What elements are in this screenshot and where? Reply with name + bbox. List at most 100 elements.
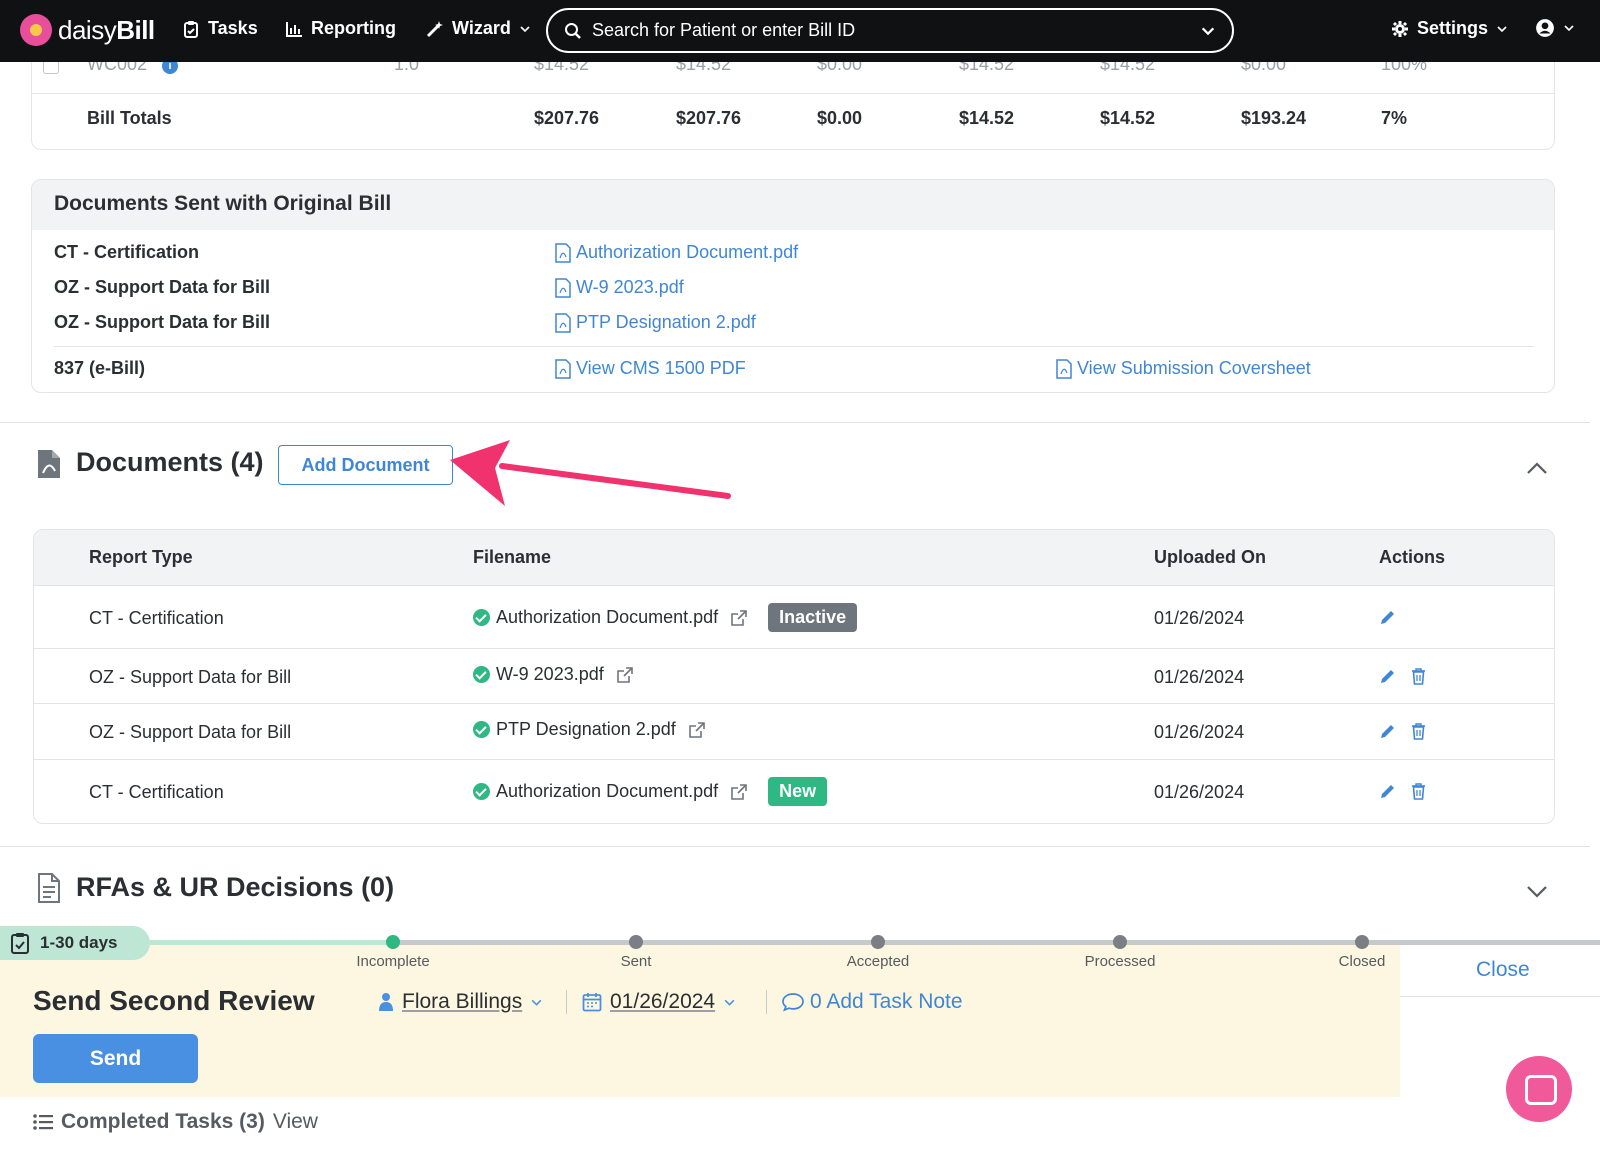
trash-icon[interactable] (1410, 783, 1427, 800)
list-icon (33, 1114, 53, 1130)
sent-doc-link[interactable]: Authorization Document.pdf (554, 242, 798, 263)
bill-total-value: $14.52 (1100, 108, 1156, 128)
bar-chart-icon (286, 21, 302, 37)
trash-icon[interactable] (1410, 723, 1427, 740)
sent-doc-type: OZ - Support Data for Bill (54, 312, 270, 332)
filename-cell: Authorization Document.pdf Inactive (473, 603, 858, 632)
check-circle-icon (473, 666, 490, 683)
chevron-down-icon (531, 999, 542, 1006)
nav-reporting-label: Reporting (311, 18, 396, 38)
external-link-icon[interactable] (688, 721, 706, 739)
column-header: Report Type (89, 547, 193, 567)
patient-search[interactable] (546, 8, 1234, 53)
document-icon (38, 873, 60, 903)
section-divider (0, 846, 1590, 847)
step-dot (1113, 935, 1127, 949)
external-link-icon[interactable] (730, 783, 748, 801)
external-link-icon[interactable] (730, 609, 748, 627)
pencil-icon[interactable] (1379, 668, 1396, 685)
task-title: Send Second Review (33, 985, 315, 1016)
chevron-up-icon[interactable] (1526, 461, 1548, 475)
pencil-icon[interactable] (1379, 609, 1396, 626)
close-task-link[interactable]: Close (1476, 958, 1530, 982)
table-row: CT - Certification Authorization Documen… (34, 586, 1554, 649)
step-dot (629, 935, 643, 949)
comment-icon (782, 993, 804, 1012)
user-menu[interactable] (1535, 18, 1575, 38)
uploaded-date: 01/26/2024 (1154, 722, 1245, 742)
trash-icon[interactable] (1410, 668, 1427, 685)
nav-tasks-label: Tasks (208, 18, 258, 38)
pencil-icon[interactable] (1379, 783, 1396, 800)
brand-prefix: daisy (58, 14, 117, 45)
table-row: OZ - Support Data for Bill PTP Designati… (34, 704, 1554, 760)
view-coversheet-link[interactable]: View Submission Coversheet (1055, 358, 1311, 379)
uploaded-date: 01/26/2024 (1154, 608, 1245, 628)
table-row: CT - Certification Authorization Documen… (34, 760, 1554, 823)
column-header: Filename (473, 547, 552, 567)
pencil-icon[interactable] (1379, 723, 1396, 740)
view-coversheet-label: View Submission Coversheet (1077, 358, 1311, 378)
column-header: Actions (1379, 547, 1446, 567)
add-document-button[interactable]: Add Document (278, 445, 453, 485)
sent-doc-filename: W-9 2023.pdf (576, 277, 684, 297)
step-label: Closed (1338, 953, 1386, 970)
external-link-icon[interactable] (616, 666, 634, 684)
pdf-file-icon (555, 312, 571, 333)
chevron-down-icon[interactable] (1200, 23, 1216, 39)
task-panel (0, 940, 1400, 1097)
clipboard-check-icon (11, 933, 29, 954)
step-label: Processed (1084, 953, 1156, 970)
rfas-section-title: RFAs & UR Decisions (0) (76, 872, 395, 902)
check-circle-icon (473, 609, 490, 626)
chat-launcher-button[interactable] (1506, 1056, 1572, 1122)
documents-section-title: Documents (4) (76, 447, 264, 477)
filename[interactable]: Authorization Document.pdf (496, 607, 718, 628)
send-button[interactable]: Send (33, 1034, 198, 1083)
bill-total-value: 7% (1381, 108, 1408, 128)
filename[interactable]: W-9 2023.pdf (496, 664, 604, 685)
filename[interactable]: Authorization Document.pdf (496, 781, 718, 802)
view-cms-1500-link[interactable]: View CMS 1500 PDF (554, 358, 746, 379)
divider (54, 346, 1534, 347)
filename[interactable]: PTP Designation 2.pdf (496, 719, 676, 740)
magic-wand-icon (426, 20, 443, 37)
report-type: OZ - Support Data for Bill (89, 667, 292, 687)
nav-tasks[interactable]: Tasks (182, 18, 258, 39)
due-date-dropdown[interactable]: 01/26/2024 (582, 990, 736, 1014)
documents-sent-title: Documents Sent with Original Bill (32, 180, 1554, 230)
bill-total-value: $0.00 (817, 108, 863, 128)
brand-suffix: Bill (116, 14, 155, 45)
search-input[interactable] (592, 20, 1190, 41)
add-task-note-link[interactable]: 0 Add Task Note (782, 990, 963, 1014)
chevron-down-icon (1564, 25, 1574, 32)
nav-reporting[interactable]: Reporting (285, 18, 396, 39)
pdf-file-icon (555, 242, 571, 263)
task-days-badge: 1-30 days (0, 926, 150, 960)
report-type: OZ - Support Data for Bill (89, 722, 292, 742)
pdf-file-icon (555, 358, 571, 379)
view-completed-link[interactable]: View (273, 1110, 318, 1134)
chevron-down-icon (724, 999, 735, 1006)
step-dot (1355, 935, 1369, 949)
step-label: Incomplete (356, 953, 430, 970)
nav-settings[interactable]: Settings (1391, 18, 1508, 39)
top-navigation: daisyBill Tasks Reporting Wizard Setting… (0, 0, 1600, 62)
sent-doc-link[interactable]: PTP Designation 2.pdf (554, 312, 756, 333)
nav-wizard[interactable]: Wizard (426, 18, 531, 39)
chevron-down-icon (520, 25, 530, 32)
table-row: OZ - Support Data for Bill W-9 2023.pdf … (34, 649, 1554, 704)
daisybill-logo[interactable]: daisyBill (20, 14, 155, 46)
sent-doc-link[interactable]: W-9 2023.pdf (554, 277, 684, 298)
chevron-down-icon[interactable] (1526, 885, 1548, 899)
ebill-label: 837 (e-Bill) (54, 358, 146, 378)
user-icon (379, 993, 393, 1011)
uploaded-date: 01/26/2024 (1154, 667, 1245, 687)
progress-track-completed (150, 940, 393, 945)
due-date: 01/26/2024 (610, 990, 716, 1013)
assignee-dropdown[interactable]: Flora Billings (378, 990, 543, 1014)
add-task-note-label: 0 Add Task Note (810, 990, 963, 1013)
annotation-arrow (450, 440, 731, 506)
view-cms-1500-label: View CMS 1500 PDF (576, 358, 746, 378)
user-circle-icon (1536, 19, 1554, 37)
